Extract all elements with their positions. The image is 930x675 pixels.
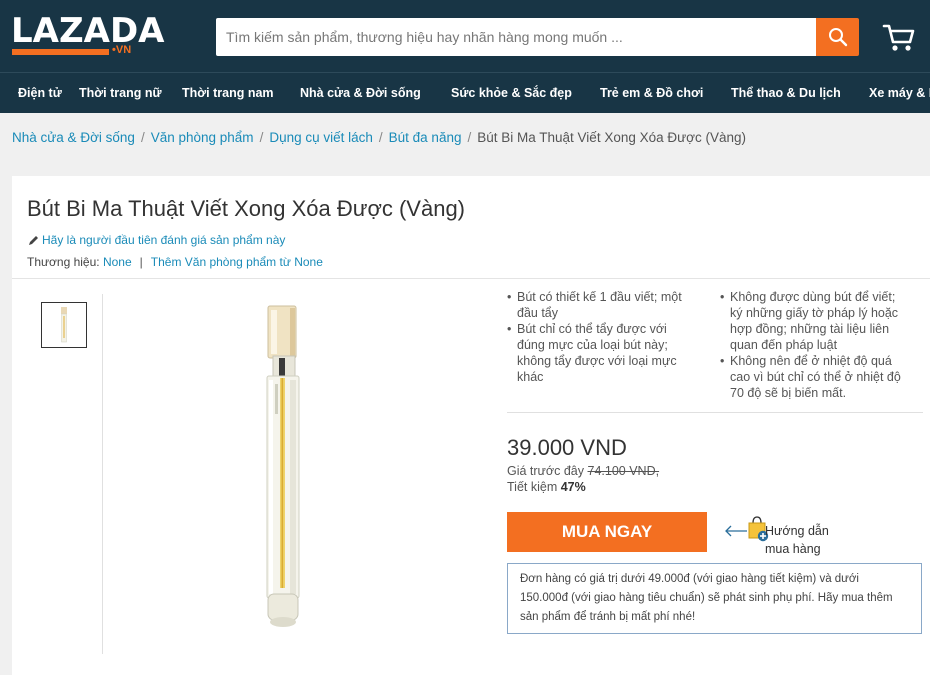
divider <box>12 278 930 279</box>
logo-underline <box>12 49 109 55</box>
saving-value: 47% <box>560 480 586 494</box>
saving-label: Tiết kiệm <box>507 480 558 494</box>
guide-line-1: Hướng dẫn <box>765 524 829 538</box>
review-prompt: Hãy là người đầu tiên đánh giá sản phẩm … <box>42 233 286 247</box>
purchase-guide-link[interactable]: Hướng dẫn mua hàng <box>712 516 842 558</box>
nav-item-suc-khoe[interactable]: Sức khỏe & Sắc đẹp <box>451 86 572 100</box>
search-input[interactable] <box>216 18 816 56</box>
search-button[interactable] <box>816 18 859 56</box>
logo-text: LAZADA <box>11 11 165 51</box>
previous-price-label: Giá trước đây <box>507 464 585 478</box>
purchase-guide-text: Hướng dẫn mua hàng <box>765 522 829 558</box>
nav-item-the-thao[interactable]: Thể thao & Du lịch <box>731 86 841 100</box>
brand-line: Thương hiệu: None | Thêm Văn phòng phẩm từ… <box>27 255 323 269</box>
product-thumbnail[interactable] <box>41 302 87 348</box>
saving-line: Tiết kiệm 47% <box>507 480 586 494</box>
previous-price-line: Giá trước đây 74.100 VND, <box>507 464 659 478</box>
nav-item-tre-em[interactable]: Trẻ em & Đồ chơi <box>600 86 703 100</box>
breadcrumb-link[interactable]: Văn phòng phẩm <box>151 130 254 145</box>
search-icon <box>828 28 847 47</box>
nav-item-thoi-trang-nu[interactable]: Thời trang nữ <box>79 86 162 100</box>
highlight-item: Bút chỉ có thể tẩy được với đúng mực của… <box>507 321 697 385</box>
current-price: 39.000 VND <box>507 435 627 460</box>
divider <box>507 412 923 413</box>
category-nav: Điện tử Thời trang nữ Thời trang nam Nhà… <box>0 72 930 113</box>
previous-price: 74.100 VND, <box>587 464 660 478</box>
nav-item-nha-cua[interactable]: Nhà cửa & Đời sống <box>300 86 421 100</box>
breadcrumb-separator: / <box>140 130 145 145</box>
buy-now-button[interactable]: MUA NGAY <box>507 512 707 552</box>
breadcrumb-separator: / <box>467 130 472 145</box>
brand-label: Thương hiệu: <box>27 255 100 269</box>
arrow-left-icon <box>725 525 747 537</box>
brand-more-link[interactable]: Thêm Văn phòng phẩm từ None <box>151 255 323 269</box>
nav-item-xe-may[interactable]: Xe máy & B <box>869 86 930 100</box>
cart-button[interactable] <box>882 23 916 53</box>
highlight-item: Bút có thiết kế 1 đầu viết; một đầu tẩy <box>507 289 697 321</box>
highlights-left: Bút có thiết kế 1 đầu viết; một đầu tẩy … <box>507 289 697 385</box>
top-header: LAZADA •VN <box>0 0 930 72</box>
highlights-right: Không được dùng bút để viết; ký những gi… <box>720 289 910 401</box>
breadcrumb-current: Bút Bi Ma Thuật Viết Xong Xóa Được (Vàng… <box>477 130 747 145</box>
review-link[interactable]: Hãy là người đầu tiên đánh giá sản phẩm … <box>28 233 285 247</box>
gallery-divider <box>102 294 103 654</box>
pen-thumbnail-image <box>61 307 67 343</box>
breadcrumb: Nhà cửa & Đời sống / Văn phòng phẩm / Dụng c… <box>12 130 746 145</box>
brand-separator: | <box>139 255 143 269</box>
breadcrumb-link[interactable]: Bút đa năng <box>389 130 462 145</box>
search-box[interactable] <box>216 18 816 56</box>
highlight-item: Không nên để ở nhiệt độ quá cao vì bút c… <box>720 353 910 401</box>
highlight-item: Không được dùng bút để viết; ký những gi… <box>720 289 910 353</box>
lazada-logo[interactable]: LAZADA •VN <box>11 14 164 60</box>
breadcrumb-separator: / <box>259 130 264 145</box>
nav-item-thoi-trang-nam[interactable]: Thời trang nam <box>182 86 274 100</box>
nav-item-dien-tu[interactable]: Điện tử <box>18 86 62 100</box>
breadcrumb-link[interactable]: Dụng cụ viết lách <box>269 130 373 145</box>
shipping-fee-notice: Đơn hàng có giá trị dưới 49.000đ (với gi… <box>507 563 922 634</box>
product-image[interactable] <box>264 304 306 630</box>
pencil-icon <box>29 235 38 245</box>
logo-suffix: •VN <box>112 44 132 56</box>
brand-link[interactable]: None <box>103 255 132 269</box>
product-card: Bút Bi Ma Thuật Viết Xong Xóa Được (Vàng… <box>12 176 930 675</box>
breadcrumb-link[interactable]: Nhà cửa & Đời sống <box>12 130 135 145</box>
breadcrumb-separator: / <box>378 130 383 145</box>
guide-line-2: mua hàng <box>765 542 821 556</box>
cart-icon <box>882 24 915 51</box>
product-title: Bút Bi Ma Thuật Viết Xong Xóa Được (Vàng… <box>27 196 466 221</box>
